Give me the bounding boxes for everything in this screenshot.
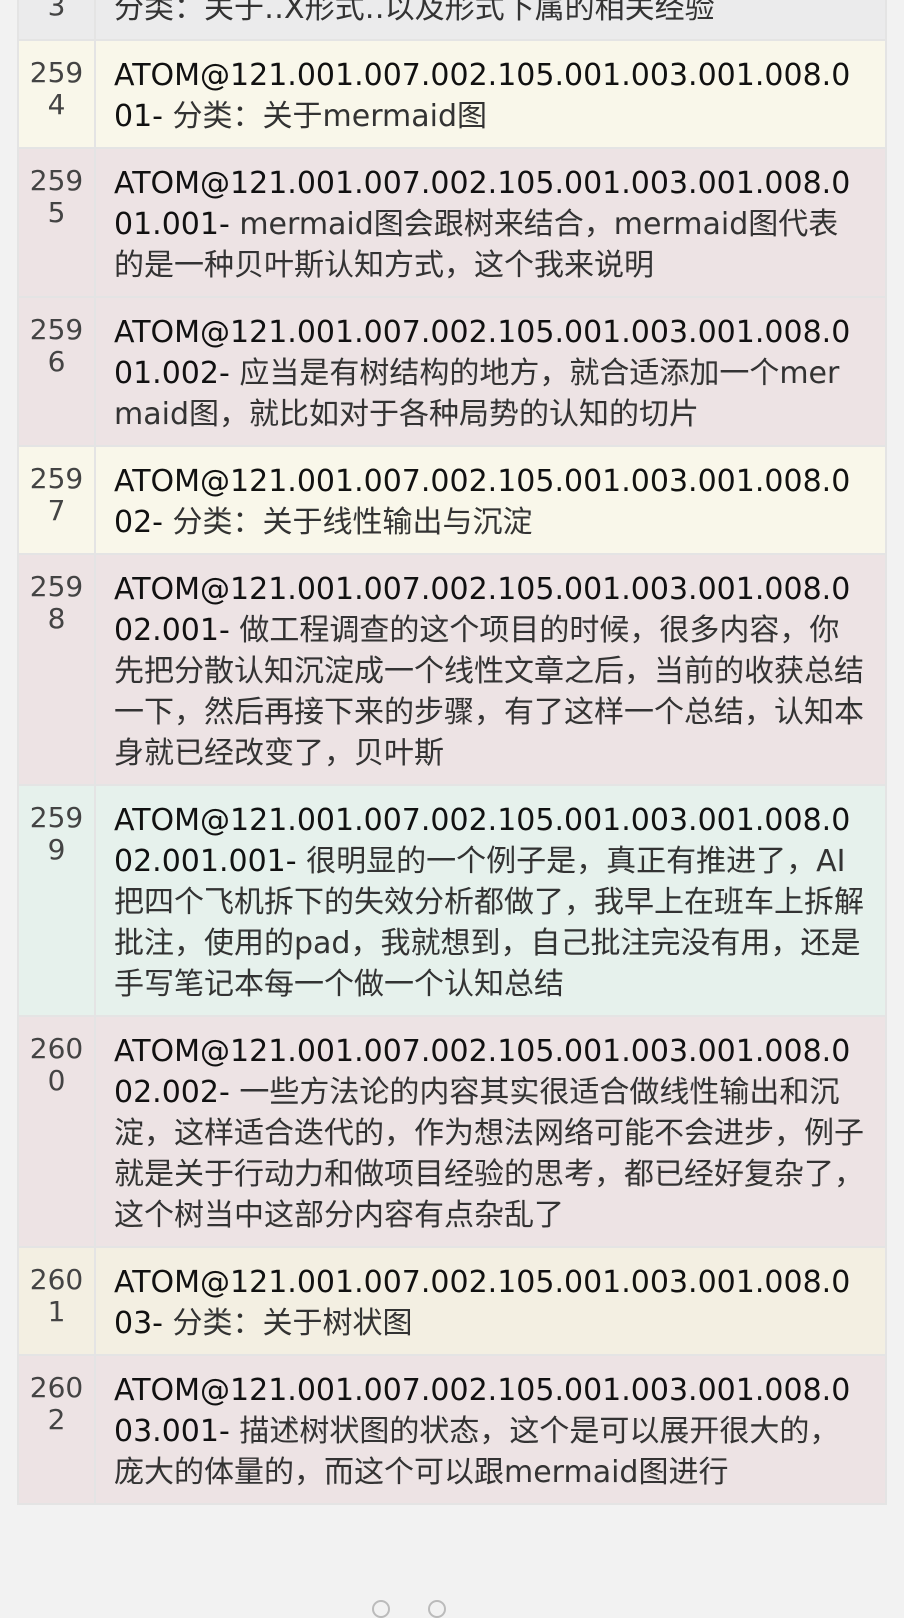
row-content: ATOM@121.001.007.002.105.001.003.001.008… [94, 39, 887, 149]
row-number: 2600 [17, 1015, 96, 1248]
table-row: 2594 ATOM@121.001.007.002.105.001.003.001… [17, 39, 887, 149]
row-number: 2596 [17, 296, 96, 447]
row-number: 2594 [17, 39, 96, 149]
row-content: ATOM@121.001.007.002.105.001.003.001.008… [94, 1246, 887, 1356]
row-content: ATOM@121.001.007.002.105.001.003.001.008… [94, 147, 887, 298]
row-content: ATOM@121.001.007.002.105.001.003.001.008… [94, 553, 887, 786]
row-text: 分类：关于mermaid图 [163, 99, 488, 134]
row-content: ATOM@121.001.007.002.105.001.003.001.008… [94, 1354, 887, 1505]
row-content: ATOM@121.001.007.002.105.001.003.001.008… [94, 296, 887, 447]
row-text: 分类：关于‥X形式‥以及形式下属的相关经验 [114, 0, 715, 26]
row-content: ATOM@121.001.007.002.105.001.003.001.008… [94, 445, 887, 555]
table-row: 2599 ATOM@121.001.007.002.105.001.003.001… [17, 784, 887, 1017]
row-number: 2599 [17, 784, 96, 1017]
row-number: 2597 [17, 445, 96, 555]
circle-icon[interactable] [372, 1600, 390, 1618]
table-row: 2596 ATOM@121.001.007.002.105.001.003.001… [17, 296, 887, 447]
table-row: 2598 ATOM@121.001.007.002.105.001.003.001… [17, 553, 887, 786]
table-row: 2602 ATOM@121.001.007.002.105.001.003.001… [17, 1354, 887, 1505]
table-row: 2597 ATOM@121.001.007.002.105.001.003.001… [17, 445, 887, 555]
row-content: 分类：关于‥X形式‥以及形式下属的相关经验 [94, 0, 887, 41]
row-number: 2595 [17, 147, 96, 298]
table-row: 2600 ATOM@121.001.007.002.105.001.003.001… [17, 1015, 887, 1248]
table-row: 2595 ATOM@121.001.007.002.105.001.003.001… [17, 147, 887, 298]
row-number: 2601 [17, 1246, 96, 1356]
table-row: 3 分类：关于‥X形式‥以及形式下属的相关经验 [17, 0, 887, 41]
row-text: 分类：关于树状图 [163, 1306, 413, 1341]
table-row: 2601 ATOM@121.001.007.002.105.001.003.001… [17, 1246, 887, 1356]
row-content: ATOM@121.001.007.002.105.001.003.001.008… [94, 1015, 887, 1248]
row-number: 2598 [17, 553, 96, 786]
bottom-toolbar [0, 1596, 904, 1618]
row-number: 3 [17, 0, 96, 41]
row-number: 2602 [17, 1354, 96, 1505]
row-text: 分类：关于线性输出与沉淀 [163, 505, 533, 540]
circle-icon[interactable] [428, 1600, 446, 1618]
row-content: ATOM@121.001.007.002.105.001.003.001.008… [94, 784, 887, 1017]
notes-table: 3 分类：关于‥X形式‥以及形式下属的相关经验 2594 ATOM@121.001.0… [17, 0, 887, 1505]
